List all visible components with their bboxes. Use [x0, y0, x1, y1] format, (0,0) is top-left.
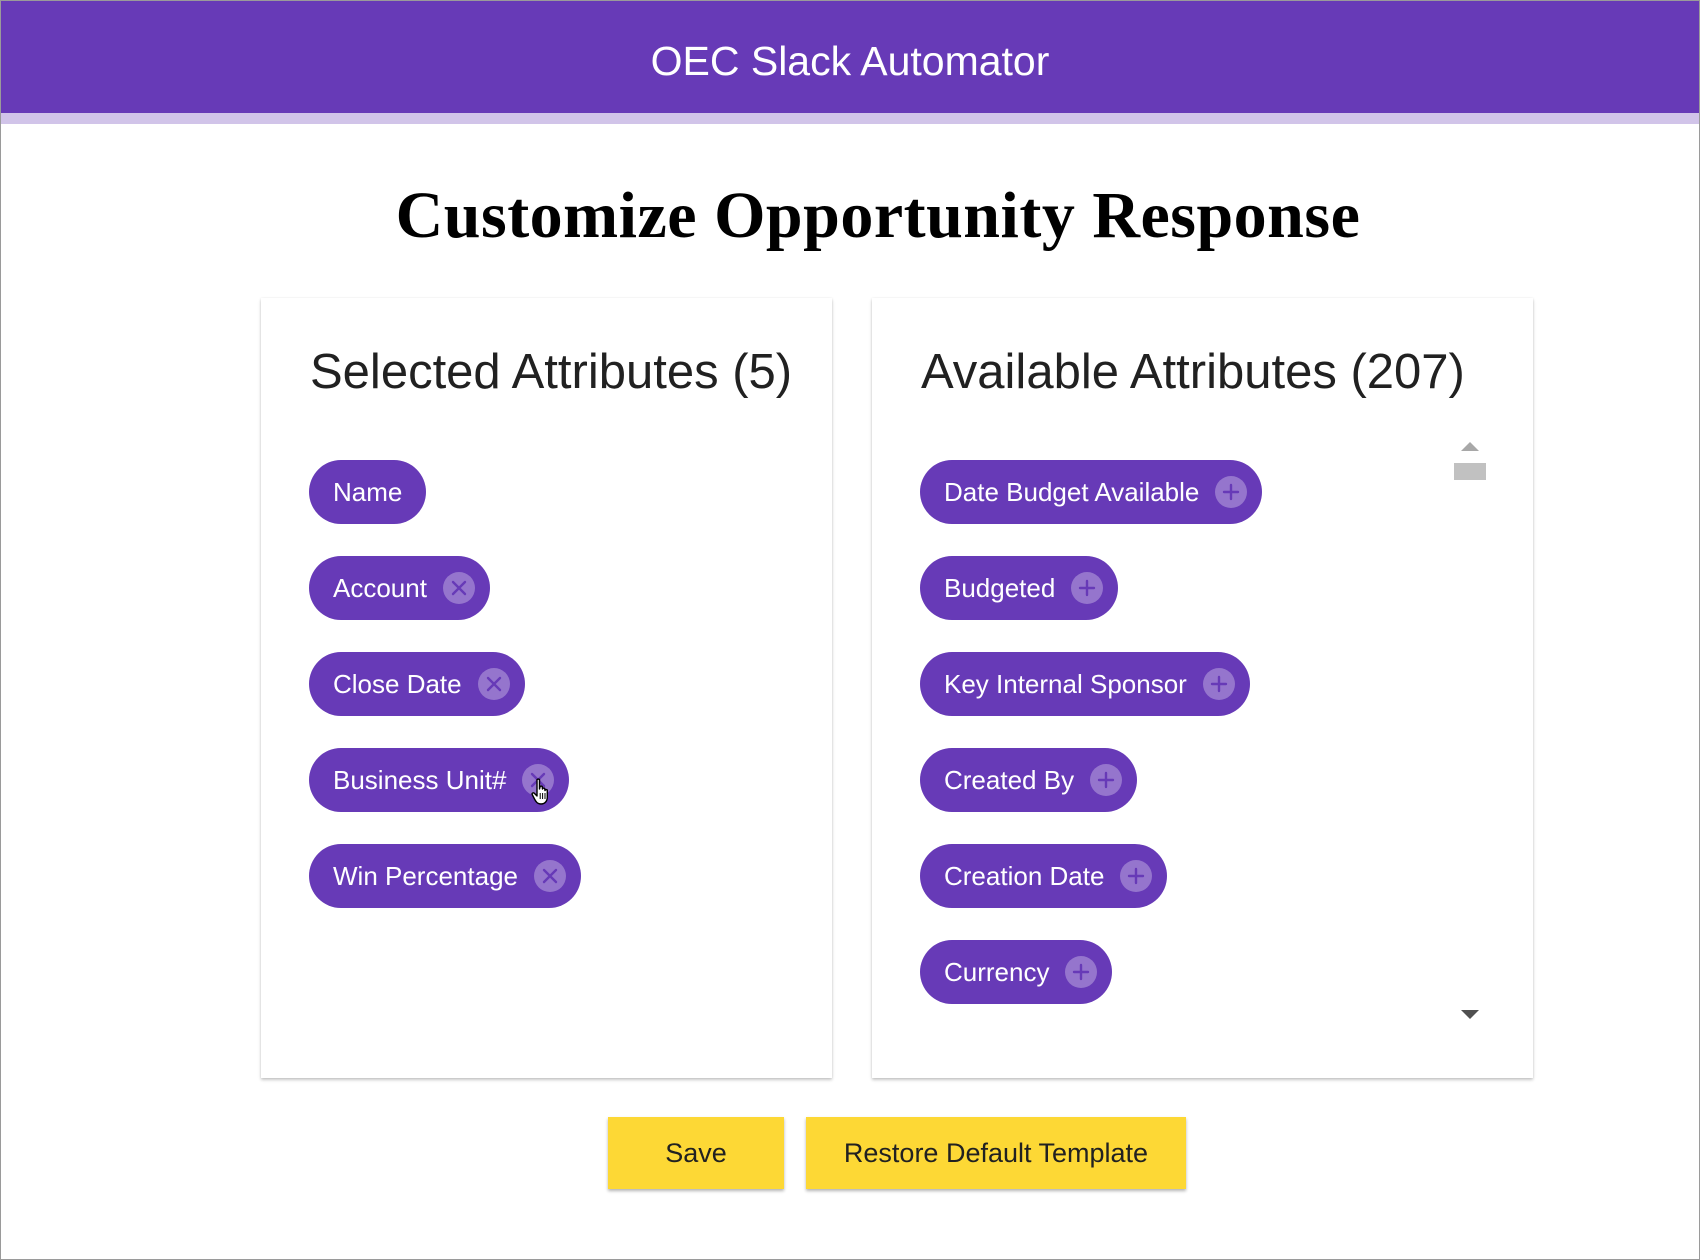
chip-label: Currency	[944, 956, 1050, 987]
scroll-up-arrow-icon[interactable]	[1461, 442, 1479, 451]
add-icon[interactable]	[1065, 956, 1098, 988]
remove-icon[interactable]	[533, 860, 566, 892]
app-header: OEC Slack Automator	[1, 1, 1699, 124]
chip-label: Creation Date	[944, 860, 1105, 891]
available-chip-created-by: Created By	[920, 748, 1138, 812]
chip-label: Date Budget Available	[944, 476, 1200, 507]
scroll-down-arrow-icon[interactable]	[1461, 1010, 1479, 1019]
available-chip-budgeted: Budgeted	[920, 556, 1119, 620]
add-icon[interactable]	[1071, 572, 1104, 604]
restore-default-template-button[interactable]: Restore Default Template	[806, 1117, 1186, 1189]
selected-attributes-list: Name Account Close Date Business Unit# W…	[309, 460, 581, 940]
chip-label: Close Date	[333, 668, 462, 699]
selected-attributes-panel: Selected Attributes (5) Name Account Clo…	[261, 298, 832, 1078]
add-icon[interactable]	[1202, 668, 1235, 700]
selected-chip-win-percentage: Win Percentage	[309, 844, 581, 908]
chip-label: Name	[333, 476, 403, 507]
available-attributes-title: Available Attributes (207)	[921, 345, 1465, 399]
chip-label: Win Percentage	[333, 860, 518, 891]
selected-attributes-title: Selected Attributes (5)	[310, 345, 793, 399]
save-button[interactable]: Save	[608, 1117, 784, 1189]
chip-label: Budgeted	[944, 572, 1056, 603]
hand-cursor-icon	[531, 778, 548, 805]
add-icon[interactable]	[1090, 764, 1123, 796]
selected-chip-close-date: Close Date	[309, 652, 525, 716]
available-attributes-list: Date Budget Available Budgeted Key Inter…	[920, 460, 1263, 1036]
remove-icon[interactable]	[442, 572, 475, 604]
scrollbar-thumb[interactable]	[1454, 463, 1486, 480]
remove-icon[interactable]	[477, 668, 510, 700]
available-attributes-panel: Available Attributes (207) Date Budget A…	[872, 298, 1533, 1078]
available-chip-date-budget-available: Date Budget Available	[920, 460, 1263, 524]
page-title: Customize Opportunity Response	[395, 179, 1361, 252]
available-chip-creation-date: Creation Date	[920, 844, 1168, 908]
available-chip-key-internal-sponsor: Key Internal Sponsor	[920, 652, 1250, 716]
app-title: OEC Slack Automator	[650, 38, 1050, 84]
selected-chip-account: Account	[309, 556, 490, 620]
chip-label: Created By	[944, 764, 1075, 795]
add-icon[interactable]	[1120, 860, 1153, 892]
available-chip-currency: Currency	[920, 940, 1113, 1004]
chip-label: Business Unit#	[333, 764, 507, 795]
add-icon[interactable]	[1215, 476, 1248, 508]
selected-chip-name: Name	[309, 460, 427, 524]
chip-label: Account	[333, 572, 427, 603]
chip-label: Key Internal Sponsor	[944, 668, 1187, 699]
